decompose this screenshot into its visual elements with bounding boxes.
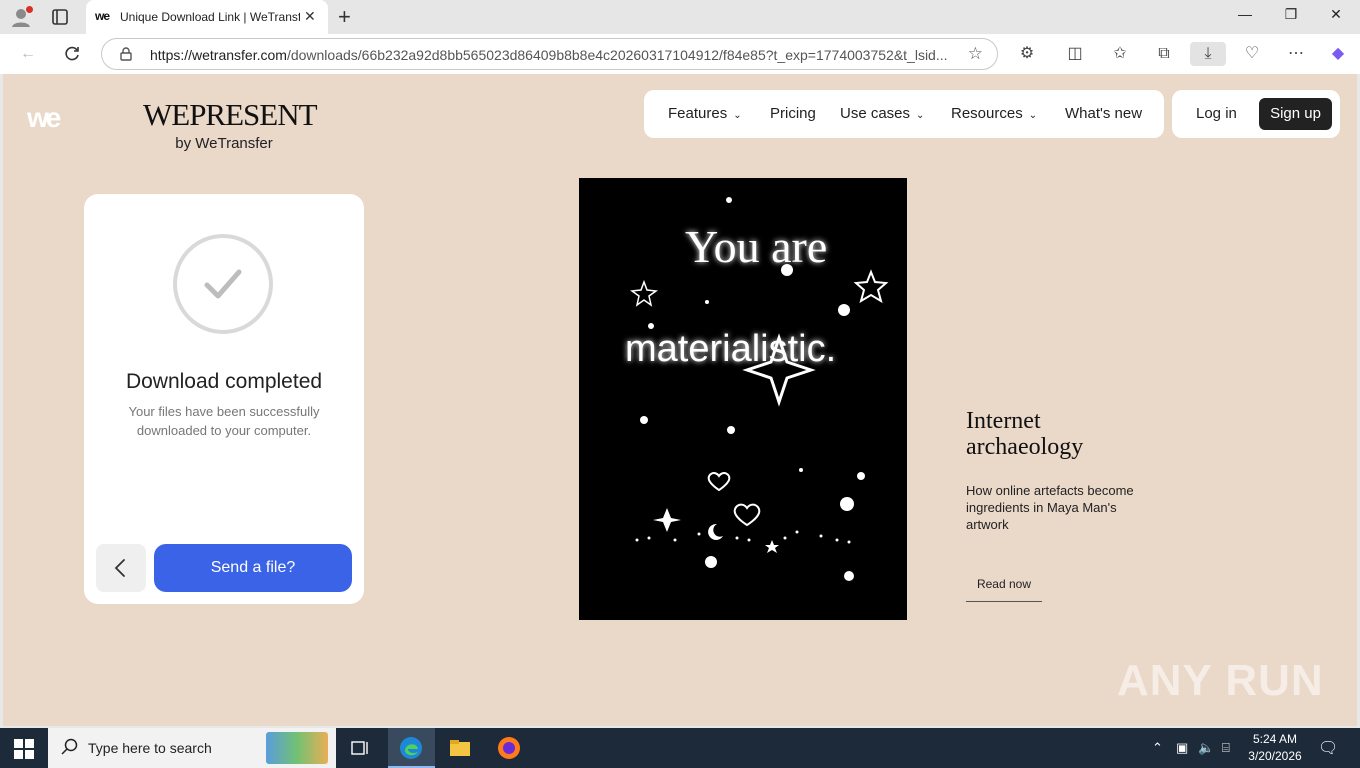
- back-button[interactable]: [96, 544, 146, 592]
- browser-toolbar: ← https://wetransfer.com/downloads/66b23…: [0, 34, 1360, 74]
- url-path: /downloads/66b232a92d8bb565023d86409b8b8…: [286, 47, 948, 63]
- file-explorer-icon[interactable]: [448, 736, 472, 760]
- download-card: Download completed Your files have been …: [84, 194, 364, 604]
- signup-button[interactable]: Sign up: [1259, 98, 1332, 130]
- clock-time: 5:24 AM: [1252, 732, 1298, 746]
- favorite-star-icon[interactable]: ☆: [968, 44, 983, 64]
- nav-pricing[interactable]: Pricing: [770, 105, 816, 122]
- chevron-down-icon: ⌄: [733, 110, 742, 121]
- clock-date: 3/20/2026: [1248, 749, 1302, 763]
- read-now-link[interactable]: Read now: [966, 577, 1042, 602]
- close-window-button[interactable]: ✕: [1326, 6, 1346, 23]
- url-host: https://wetransfer.com: [150, 47, 287, 63]
- nav-resources-label: Resources: [951, 105, 1023, 122]
- brand-by: by WeTransfer: [175, 135, 273, 152]
- wetransfer-favicon-icon: we: [95, 9, 110, 23]
- system-clock[interactable]: 5:24 AM 3/20/2026: [1240, 731, 1310, 765]
- tab-title: Unique Download Link | WeTransfer: [120, 10, 300, 24]
- nav-whats-new[interactable]: What's new: [1065, 105, 1142, 122]
- search-highlight-image: [266, 732, 328, 764]
- copilot-icon[interactable]: ◆: [1326, 42, 1350, 66]
- artwork-line2: materialistic.: [625, 328, 837, 370]
- windows-taskbar: Type here to search ⌃ ▣ 🔈 ⌸ 5:24 AM 3/20…: [0, 728, 1360, 768]
- restore-button[interactable]: ❐: [1281, 6, 1301, 23]
- main-nav: Features ⌄ Pricing Use cases ⌄ Resources ⌄ …: [644, 90, 1164, 138]
- send-file-button[interactable]: Send a file?: [154, 544, 352, 592]
- artwork-line1: You are: [685, 221, 828, 272]
- address-bar[interactable]: https://wetransfer.com/downloads/66b232a…: [101, 38, 998, 70]
- nav-resources[interactable]: Resources ⌄: [951, 105, 1037, 122]
- download-subtext: Your files have been successfully downlo…: [128, 404, 320, 438]
- back-icon[interactable]: ←: [16, 42, 40, 66]
- tab-close-icon[interactable]: ✕: [304, 8, 316, 25]
- volume-icon[interactable]: 🔈: [1198, 740, 1214, 756]
- taskbar-edge-button[interactable]: [388, 728, 435, 768]
- site-info-icon[interactable]: [119, 47, 133, 66]
- story-title: Internet archaeology: [966, 408, 1084, 460]
- firefox-icon[interactable]: [497, 736, 521, 760]
- notification-dot: [26, 6, 33, 13]
- featured-story: Internet archaeology How online artefact…: [966, 408, 1156, 602]
- browser-tab-active[interactable]: we Unique Download Link | WeTransfer ✕: [86, 0, 328, 34]
- brand-name: WEPRESENT: [143, 97, 318, 132]
- nav-features-label: Features: [668, 105, 728, 122]
- network-icon[interactable]: ⌸: [1222, 740, 1230, 756]
- taskbar-search[interactable]: Type here to search: [48, 728, 336, 768]
- notifications-icon[interactable]: 🗨: [1318, 738, 1338, 758]
- search-placeholder: Type here to search: [88, 740, 212, 756]
- nav-use-cases-label: Use cases: [840, 105, 911, 122]
- tray-chevron-up-icon[interactable]: ⌃: [1152, 740, 1163, 756]
- download-heading: Download completed: [125, 370, 323, 393]
- extensions-icon[interactable]: ⚙: [1015, 42, 1039, 66]
- nav-use-cases[interactable]: Use cases ⌄: [840, 105, 924, 122]
- artwork-image[interactable]: You are materialistic.: [579, 178, 907, 620]
- windows-start-icon[interactable]: [14, 739, 34, 764]
- favorites-icon[interactable]: ✩: [1108, 42, 1132, 66]
- nav-features[interactable]: Features ⌄: [668, 105, 742, 122]
- search-icon: [61, 738, 79, 761]
- split-screen-icon[interactable]: ◫: [1063, 42, 1087, 66]
- chevron-down-icon: ⌄: [916, 110, 925, 121]
- story-description: How online artefacts become ingredients …: [966, 483, 1134, 532]
- edge-icon: [399, 736, 423, 765]
- chevron-down-icon: ⌄: [1028, 110, 1038, 121]
- wetransfer-logo[interactable]: we: [27, 102, 61, 134]
- task-view-icon[interactable]: [348, 736, 372, 760]
- collections-icon[interactable]: ⧉: [1152, 42, 1176, 66]
- more-menu-icon[interactable]: ⋯: [1284, 42, 1308, 66]
- checkmark-icon: [173, 234, 273, 334]
- profile-icon[interactable]: [10, 6, 33, 28]
- chevron-left-icon: [114, 559, 125, 577]
- url-text: https://wetransfer.com/downloads/66b232a…: [150, 47, 950, 63]
- browser-titlebar: we Unique Download Link | WeTransfer ✕ +…: [0, 0, 1360, 34]
- login-link[interactable]: Log in: [1196, 105, 1237, 122]
- minimize-button[interactable]: —: [1235, 6, 1255, 22]
- wepresent-brand[interactable]: WEPRESENT by WeTransfer: [143, 97, 318, 153]
- new-tab-button[interactable]: +: [338, 4, 351, 30]
- anyrun-watermark: ANY RUN: [1117, 656, 1324, 705]
- downloads-icon[interactable]: ⤓: [1190, 42, 1226, 66]
- meet-now-icon[interactable]: ▣: [1176, 740, 1188, 756]
- auth-nav: Log in Sign up: [1172, 90, 1340, 138]
- browser-essentials-icon[interactable]: ♡: [1240, 42, 1264, 66]
- tab-actions-icon[interactable]: [50, 7, 70, 27]
- page-content: we WEPRESENT by WeTransfer Features ⌄ Pri…: [3, 74, 1357, 726]
- refresh-icon[interactable]: [60, 42, 84, 66]
